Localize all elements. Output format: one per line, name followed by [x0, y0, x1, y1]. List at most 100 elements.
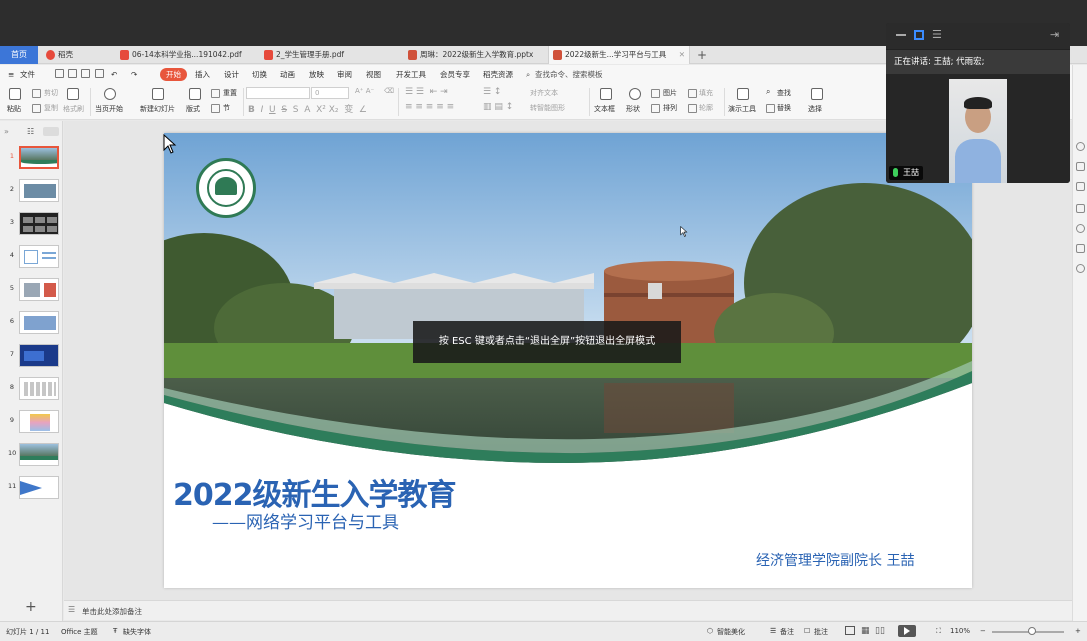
menu-file[interactable]: 文件 [20, 68, 35, 81]
print-icon[interactable] [81, 69, 90, 78]
play-from-current-button[interactable]: 当页开始 [95, 104, 123, 114]
present-tools-button[interactable]: 演示工具 [728, 104, 756, 114]
paste-icon[interactable] [9, 88, 21, 100]
picture-button[interactable]: 图片 [663, 88, 677, 98]
textbox-button[interactable]: 文本框 [594, 104, 615, 114]
copy-button[interactable]: 复制 [44, 103, 58, 113]
find-button[interactable]: 查找 [777, 88, 791, 98]
animation-icon[interactable] [1076, 182, 1085, 191]
menu-developer[interactable]: 开发工具 [396, 68, 426, 81]
save-icon[interactable] [55, 69, 64, 78]
menu-review[interactable]: 审阅 [337, 68, 352, 81]
zoom-in-icon[interactable]: + [1075, 627, 1081, 635]
settings-sliders-icon[interactable] [1076, 162, 1085, 171]
convert-smartart-button[interactable]: 转智能图形 [530, 103, 565, 113]
replace-button[interactable]: 替换 [777, 103, 791, 113]
tab-home[interactable]: 首页 [0, 46, 38, 64]
slide-sorter-icon[interactable]: ▦ [861, 626, 870, 636]
slide-thumbnail-3[interactable] [19, 212, 59, 235]
section-button[interactable]: 节 [223, 103, 230, 113]
menu-slideshow[interactable]: 放映 [309, 68, 324, 81]
menu-docer-resources[interactable]: 稻壳资源 [483, 68, 513, 81]
new-slide-button[interactable]: 新建幻灯片 [140, 104, 175, 114]
outline-button[interactable]: 轮廓 [699, 103, 713, 113]
shape-button[interactable]: 形状 [626, 104, 640, 114]
arrange-button[interactable]: 排列 [663, 103, 677, 113]
hamburger-icon[interactable]: ≡ [8, 68, 14, 81]
font-size-field[interactable]: 0 [311, 87, 349, 99]
menu-member[interactable]: 会员专享 [440, 68, 470, 81]
align-icons[interactable]: ≡ ≡ ≡ ≡ ≡ [405, 102, 454, 112]
command-search[interactable]: 查找命令、搜索模板 [535, 68, 603, 81]
close-icon[interactable]: ✕ [679, 46, 685, 64]
reading-view-icon[interactable]: ▯▯ [875, 626, 885, 636]
tab-docer[interactable]: 稻壳 [42, 46, 112, 64]
theme-icon[interactable] [1076, 142, 1085, 151]
smart-beautify-button[interactable]: 智能美化 [717, 627, 745, 637]
layout-button[interactable]: 版式 [186, 104, 200, 114]
cut-button[interactable]: 剪切 [44, 88, 58, 98]
tab-pdf-1[interactable]: 06-14本科学业指...191042.pdf [116, 46, 258, 64]
preview-icon[interactable] [95, 69, 104, 78]
reset-button[interactable]: 重置 [223, 88, 237, 98]
slide-thumbnail-8[interactable] [19, 377, 59, 400]
export-icon[interactable] [68, 69, 77, 78]
align-text-button[interactable]: 对齐文本 [530, 88, 558, 98]
menu-transition[interactable]: 切换 [252, 68, 267, 81]
slide-thumbnail-6[interactable] [19, 311, 59, 334]
menu-view[interactable]: 视图 [366, 68, 381, 81]
thumbnail-view-icon[interactable] [43, 127, 59, 136]
minimize-icon[interactable] [896, 34, 906, 36]
columns-icons[interactable]: ▥ ▤ ↕ [483, 102, 513, 112]
slide-thumbnail-4[interactable] [19, 245, 59, 268]
notes-placeholder[interactable]: 单击此处添加备注 [82, 606, 142, 617]
new-tab-button[interactable]: + [695, 46, 709, 64]
help-icon[interactable] [1076, 224, 1085, 233]
tab-pptx-1[interactable]: 周琳：2022级新生入学教育.pptx [404, 46, 546, 64]
slide-thumbnail-11[interactable] [19, 476, 59, 499]
add-slide-button[interactable]: + [25, 599, 37, 615]
format-painter-button[interactable]: 格式刷 [63, 104, 84, 114]
slide-thumbnail-5[interactable] [19, 278, 59, 301]
fit-window-icon[interactable]: ⛶ [936, 627, 941, 636]
menu-start[interactable]: 开始 [160, 68, 187, 81]
image-tool-icon[interactable] [1076, 244, 1085, 253]
play-slideshow-button[interactable] [898, 625, 916, 637]
location-icon[interactable] [1076, 264, 1085, 273]
clear-format-icon[interactable]: ⌫ [384, 87, 394, 95]
collapse-pane-icon[interactable]: » [4, 127, 9, 136]
zoom-slider-handle[interactable] [1028, 627, 1036, 635]
new-slide-icon[interactable] [152, 88, 164, 100]
select-button[interactable]: 选择 [808, 104, 822, 114]
slide-thumbnail-2[interactable] [19, 179, 59, 202]
normal-view-icon[interactable] [845, 626, 855, 635]
outline-view-icon[interactable]: ☷ [27, 127, 34, 136]
paste-button[interactable]: 粘贴 [7, 104, 21, 114]
zoom-out-icon[interactable]: − [980, 627, 986, 635]
window-icon[interactable] [914, 30, 924, 40]
collapse-panel-icon[interactable]: ⇥ [1050, 28, 1059, 41]
menu-animation[interactable]: 动画 [280, 68, 295, 81]
font-name-field[interactable] [246, 87, 310, 99]
menu-design[interactable]: 设计 [224, 68, 239, 81]
notes-toggle-button[interactable]: 备注 [780, 627, 794, 637]
notes-pane[interactable]: ☰ 单击此处添加备注 [64, 600, 1072, 620]
fill-button[interactable]: 填充 [699, 88, 713, 98]
comments-button[interactable]: 批注 [814, 627, 828, 637]
tab-pdf-2[interactable]: 2_学生管理手册.pdf [260, 46, 388, 64]
slide-thumbnail-10[interactable] [19, 443, 59, 466]
tab-pptx-active[interactable]: 2022级新生...学习平台与工具 ✕ [548, 46, 690, 64]
spacing-icons[interactable]: ☰ ↕ [483, 87, 501, 97]
list-icons[interactable]: ☰ ☰ ⇤ ⇥ [405, 87, 448, 97]
play-icon[interactable] [104, 88, 116, 100]
layout-list-icon[interactable]: ☰ [932, 28, 942, 41]
font-grow-icon[interactable]: A⁺ A⁻ [355, 87, 374, 95]
redo-icon[interactable]: ↷ [131, 68, 137, 81]
copy-icon[interactable] [1076, 204, 1085, 213]
theme-name[interactable]: Office 主题 [61, 627, 98, 637]
undo-icon[interactable]: ↶ [111, 68, 117, 81]
slide-thumbnail-7[interactable] [19, 344, 59, 367]
slide-thumbnail-9[interactable] [19, 410, 59, 433]
zoom-level[interactable]: 110% [950, 627, 970, 635]
menu-insert[interactable]: 插入 [195, 68, 210, 81]
